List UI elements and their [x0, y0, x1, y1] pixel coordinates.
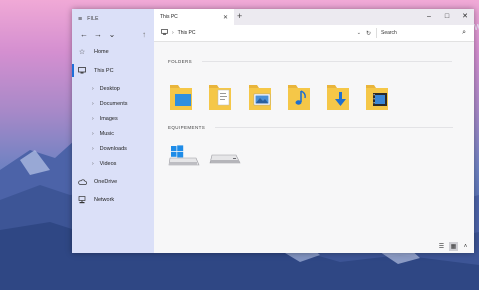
nav-item-label: OneDrive: [94, 178, 118, 185]
search-box[interactable]: Search ⌕: [376, 28, 468, 38]
recent-locations-button[interactable]: ⌄: [105, 30, 119, 39]
nav-item-label: Home: [94, 48, 109, 55]
tab-bar: This PC ✕ + – □ ✕: [154, 9, 474, 25]
monitor-icon: [77, 67, 87, 74]
new-tab-button[interactable]: +: [237, 11, 242, 21]
nav-item-this-pc[interactable]: This PC: [72, 64, 114, 77]
divider: [202, 61, 453, 62]
address-location: This PC: [177, 30, 196, 36]
tab-this-pc[interactable]: This PC ✕: [154, 9, 234, 25]
back-button[interactable]: ←: [77, 30, 91, 39]
nav-item-label: Images: [99, 115, 118, 122]
nav-item-label: Network: [94, 196, 115, 203]
music-folder-icon[interactable]: [287, 80, 311, 112]
close-tab-icon[interactable]: ✕: [223, 14, 228, 21]
collapse-icon[interactable]: ˄: [461, 242, 470, 251]
nav-item-documents[interactable]: › Documents: [72, 97, 128, 110]
nav-item-videos[interactable]: › Videos: [72, 157, 116, 170]
tab-title: This PC: [160, 14, 178, 20]
address-bar: › This PC ⌄ ↻ Search ⌕: [154, 25, 474, 42]
chevron-down-icon[interactable]: ⌄: [357, 30, 361, 36]
file-menu-label: FILE: [87, 16, 99, 22]
devices-section-header: EQUIPEMENTS: [168, 125, 454, 130]
nav-item-desktop[interactable]: › Desktop: [72, 82, 120, 95]
address-field[interactable]: › This PC ⌄ ↻: [161, 28, 371, 38]
up-button[interactable]: ↑: [137, 30, 151, 39]
chevron-right-icon[interactable]: ›: [92, 161, 94, 167]
chevron-right-icon[interactable]: ›: [172, 30, 174, 36]
nav-item-label: Music: [99, 130, 115, 137]
nav-item-label: Downloads: [99, 145, 127, 152]
nav-item-label: Documents: [99, 100, 128, 107]
desktop-folder-icon[interactable]: [169, 80, 193, 112]
search-placeholder: Search: [381, 30, 397, 36]
maximize-button[interactable]: □: [438, 9, 456, 25]
downloads-folder-icon[interactable]: [326, 80, 350, 112]
nav-item-label: Desktop: [99, 85, 120, 92]
network-icon: [77, 195, 87, 204]
nav-item-home[interactable]: ☆ Home: [72, 45, 109, 58]
hamburger-menu-icon[interactable]: ≡: [78, 16, 82, 23]
chevron-right-icon[interactable]: ›: [92, 86, 94, 92]
search-icon[interactable]: ⌕: [462, 29, 466, 37]
section-title: EQUIPEMENTS: [168, 125, 206, 130]
close-button[interactable]: ✕: [456, 9, 474, 25]
pictures-folder-icon[interactable]: [248, 80, 272, 112]
chevron-right-icon[interactable]: ›: [92, 116, 94, 122]
nav-item-downloads[interactable]: › Downloads: [72, 142, 127, 155]
folders-section-header: FOLDERS: [168, 59, 453, 64]
navigation-pane: ≡ FILE ← → ⌄ ↑ ☆ Home This PC › Desktop …: [72, 9, 154, 253]
nav-item-onedrive[interactable]: OneDrive: [72, 175, 117, 188]
chevron-right-icon[interactable]: ›: [92, 131, 94, 137]
divider: [215, 127, 454, 128]
section-title: FOLDERS: [168, 59, 193, 64]
forward-button[interactable]: →: [91, 30, 105, 39]
file-menu[interactable]: ≡ FILE: [78, 14, 99, 24]
navigation-controls: ← → ⌄ ↑: [77, 28, 151, 40]
cloud-icon: [77, 178, 87, 185]
nav-item-label: Videos: [99, 160, 117, 167]
nav-item-music[interactable]: › Music: [72, 127, 114, 140]
documents-folder-icon[interactable]: [208, 80, 232, 112]
nav-item-network[interactable]: Network: [72, 193, 114, 206]
videos-folder-icon[interactable]: [365, 80, 389, 112]
view-switcher: ☰ ▦ ˄: [437, 242, 470, 251]
minimize-button[interactable]: –: [420, 9, 438, 25]
nav-item-images[interactable]: › Images: [72, 112, 118, 125]
large-icons-view-icon[interactable]: ▦: [449, 242, 458, 251]
windows-drive-icon[interactable]: [168, 145, 200, 167]
content-area: FOLDERS EQUIPEMENTS ☰ ▦ ˄: [154, 42, 474, 253]
window-controls: – □ ✕: [420, 9, 474, 25]
chevron-right-icon[interactable]: ›: [92, 101, 94, 107]
drive-icon[interactable]: [209, 145, 241, 167]
nav-item-label: This PC: [94, 67, 114, 74]
file-explorer-window: ≡ FILE ← → ⌄ ↑ ☆ Home This PC › Desktop …: [72, 9, 474, 253]
star-icon: ☆: [78, 48, 86, 56]
chevron-right-icon[interactable]: ›: [92, 146, 94, 152]
refresh-icon[interactable]: ↻: [366, 30, 371, 37]
desktop-text-fragment: W: [474, 23, 479, 32]
details-view-icon[interactable]: ☰: [437, 242, 446, 251]
monitor-icon: [161, 29, 168, 37]
